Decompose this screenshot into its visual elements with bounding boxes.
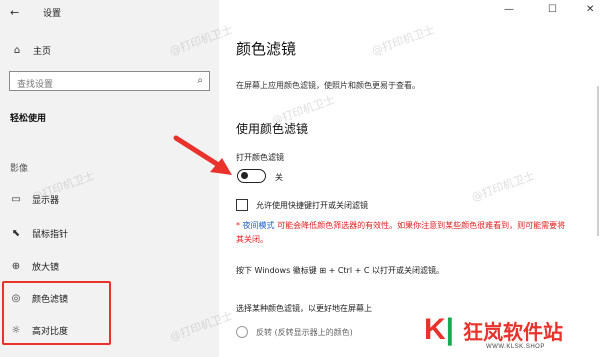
mouse-pointer-icon: ⬉ [11, 228, 21, 239]
radio-label-text: 反转 [256, 328, 272, 337]
checkbox-label: 允许使用快捷键打开或关闭滤镜 [256, 201, 368, 210]
group-label: 影像 [10, 164, 29, 174]
night-mode-note: * 夜间模式 可能会降低颜色筛选器的有效性。如果你注意到某些颜色很难看到，则可能… [236, 219, 566, 247]
minimize-icon[interactable]: — [504, 4, 514, 15]
search-box[interactable]: ⌕ [9, 71, 210, 94]
toggle-label: 打开颜色滤镜 [236, 153, 284, 162]
sidebar-item-display[interactable]: ▭ 显示器 [10, 193, 59, 206]
home-icon: ⌂ [13, 45, 21, 56]
back-arrow-icon[interactable]: ← [10, 6, 19, 19]
sidebar-item-label: 显示器 [32, 196, 60, 206]
search-input[interactable] [10, 76, 180, 94]
annotation-highlight-box [2, 281, 111, 345]
radio-label: 反转 (反转显示器上的颜色) [256, 327, 353, 338]
invert-radio[interactable] [236, 326, 248, 338]
logo-mark-icon: K| [424, 313, 455, 346]
site-logo: K| 狂岚软件站 WWW.KLSK.SHOP [418, 309, 600, 357]
color-filter-toggle[interactable] [237, 169, 266, 183]
page-description: 在屏幕上应用颜色滤镜，使照片和颜色更易于查看。 [236, 81, 420, 90]
window-title: 设置 [43, 9, 62, 19]
page-title: 颜色滤镜 [236, 40, 297, 58]
maximize-icon[interactable]: ☐ [548, 4, 557, 15]
toggle-knob [241, 172, 248, 179]
night-mode-link[interactable]: 夜间模式 [243, 221, 275, 230]
shortcut-hint: 按下 Windows 徽标键 ⊞ + Ctrl + C 以打开或关闭滤镜。 [236, 266, 444, 275]
radio-hint: (反转显示器上的颜色) [274, 328, 353, 337]
shortcut-checkbox[interactable] [236, 199, 248, 211]
search-icon[interactable]: ⌕ [197, 75, 203, 86]
monitor-icon: ▭ [11, 194, 21, 205]
logo-name: 狂岚软件站 [463, 320, 563, 344]
sidebar-item-magnifier[interactable]: ⊕ 放大镜 [10, 260, 59, 273]
sidebar-item-label: 鼠标指针 [32, 230, 69, 240]
choose-filter-text: 选择某种颜色滤镜，以更好地在屏幕上 [236, 304, 372, 313]
scrollbar[interactable] [597, 86, 599, 236]
magnifier-icon: ⊕ [11, 261, 21, 272]
sidebar-item-mouse-pointer[interactable]: ⬉ 鼠标指针 [10, 227, 68, 240]
section-title: 轻松使用 [10, 114, 47, 124]
section-heading: 使用颜色滤镜 [236, 122, 309, 136]
annotation-arrow-icon [173, 135, 232, 175]
main-panel: — ☐ ✕ 颜色滤镜 在屏幕上应用颜色滤镜，使照片和颜色更易于查看。 使用颜色滤… [219, 0, 600, 357]
logo-url: WWW.KLSK.SHOP [486, 344, 545, 350]
sidebar-item-label: 放大镜 [32, 263, 60, 273]
toggle-state-text: 关 [275, 173, 283, 182]
close-icon[interactable]: ✕ [586, 4, 594, 15]
sidebar-item-home[interactable]: ⌂ 主页 [11, 44, 51, 57]
note-text: 可能会降低颜色筛选器的有效性。如果你注意到某些颜色很难看到，则可能需要将其关闭。 [236, 221, 566, 244]
sidebar-item-label: 主页 [33, 47, 52, 57]
